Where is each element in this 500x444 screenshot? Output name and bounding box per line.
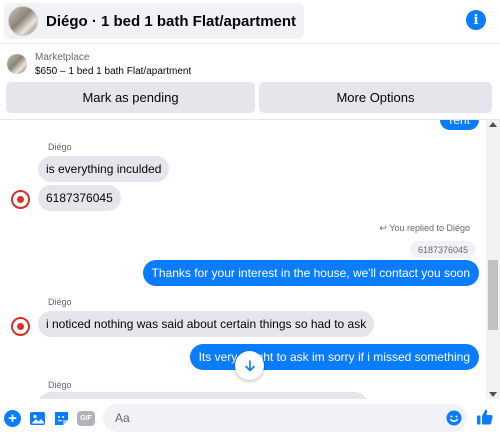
more-options-button[interactable]: More Options bbox=[259, 82, 492, 113]
info-icon[interactable]: i bbox=[466, 10, 486, 30]
mark-as-pending-button[interactable]: Mark as pending bbox=[6, 82, 255, 113]
reply-indicator: ↩ You replied to Diégo bbox=[379, 223, 470, 234]
scrollbar-thumb[interactable] bbox=[488, 260, 498, 330]
reply-note: You replied to Diégo bbox=[389, 223, 470, 233]
message-bubble-outgoing[interactable]: Thanks for your interest in the house, w… bbox=[142, 260, 479, 286]
message-bubble-incoming[interactable] bbox=[38, 392, 368, 399]
thumbs-up-icon[interactable] bbox=[476, 408, 494, 426]
message-bubble-incoming[interactable]: is everything inculded bbox=[38, 156, 170, 182]
message-bubble-incoming[interactable]: i noticed nothing was said about certain… bbox=[38, 311, 375, 337]
conversation-header: Diégo · 1 bed 1 bath Flat/apartment i bbox=[0, 0, 500, 44]
sender-name: Diégo bbox=[48, 142, 72, 152]
reply-arrow-icon: ↩ bbox=[379, 223, 390, 233]
message-bubble-outgoing[interactable]: rent bbox=[440, 120, 479, 130]
quoted-message[interactable]: 6187376045 bbox=[409, 241, 476, 258]
marketplace-banner: Marketplace $650 – 1 bed 1 bath Flat/apa… bbox=[0, 44, 500, 120]
conversation-title-button[interactable]: Diégo · 1 bed 1 bath Flat/apartment bbox=[4, 3, 305, 39]
message-bubble-outgoing[interactable]: Its very alright to ask im sorry if i mi… bbox=[189, 344, 479, 370]
emoji-icon[interactable] bbox=[446, 410, 462, 426]
scroll-up-arrow-icon[interactable] bbox=[489, 122, 497, 127]
contact-avatar[interactable] bbox=[11, 190, 30, 209]
plus-icon[interactable]: + bbox=[4, 410, 21, 427]
sticker-icon[interactable] bbox=[53, 410, 70, 427]
scroll-down-arrow-icon[interactable] bbox=[489, 392, 497, 397]
message-bubble-incoming[interactable]: 6187376045 bbox=[38, 185, 121, 211]
message-input[interactable] bbox=[103, 404, 467, 432]
contact-avatar[interactable] bbox=[11, 317, 30, 336]
message-composer: + GIF bbox=[0, 399, 500, 444]
listing-thumbnail-small[interactable] bbox=[7, 54, 27, 74]
sender-name: Diégo bbox=[48, 297, 72, 307]
arrow-down-icon bbox=[244, 359, 255, 371]
scrollbar[interactable] bbox=[486, 120, 500, 399]
conversation-title: Diégo · 1 bed 1 bath Flat/apartment bbox=[46, 12, 297, 30]
listing-summary[interactable]: $650 – 1 bed 1 bath Flat/apartment bbox=[35, 66, 191, 77]
scroll-to-bottom-button[interactable] bbox=[235, 351, 264, 380]
message-list[interactable]: rent Diégo is everything inculded 618737… bbox=[0, 120, 486, 399]
marketplace-label: Marketplace bbox=[35, 52, 90, 63]
gif-icon[interactable]: GIF bbox=[77, 411, 95, 426]
listing-thumbnail bbox=[8, 6, 38, 36]
sender-name: Diégo bbox=[48, 380, 72, 390]
image-icon[interactable] bbox=[29, 410, 46, 427]
